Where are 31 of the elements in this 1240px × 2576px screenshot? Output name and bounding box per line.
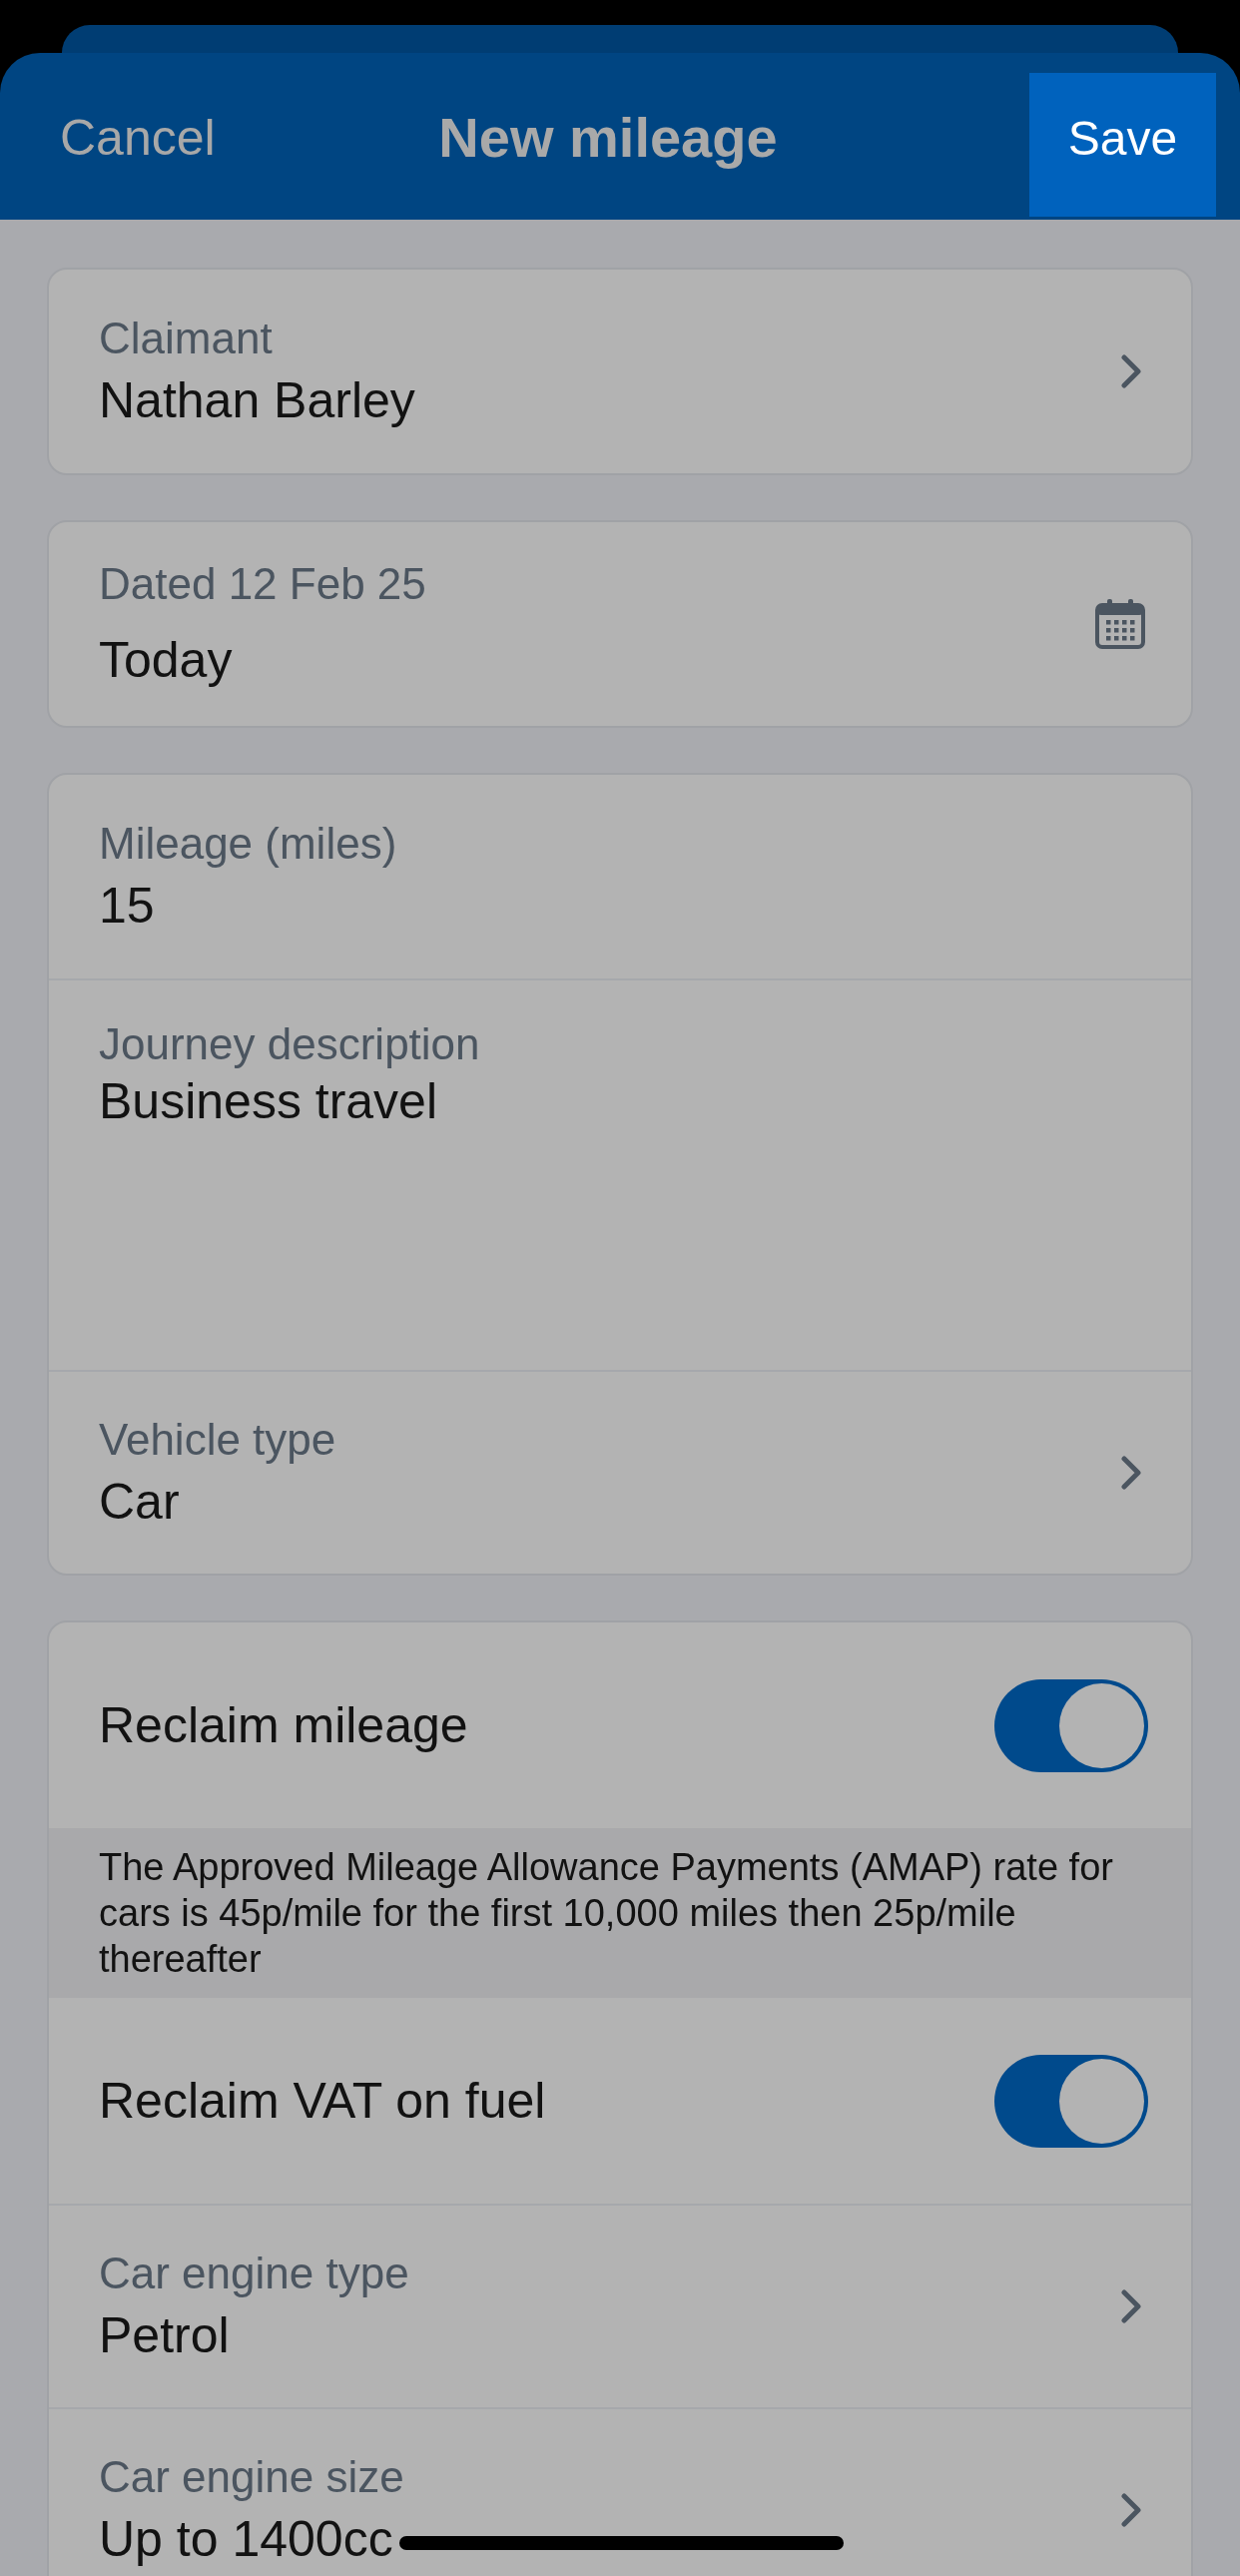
field-label: Mileage (miles)	[99, 820, 397, 869]
field-label: Journey description	[99, 1020, 480, 1069]
field-value: Up to 1400cc	[99, 2511, 393, 2567]
picker-field[interactable]: Claimant Nathan Barley	[49, 270, 1191, 473]
field-value: Petrol	[99, 2307, 230, 2363]
field-label: Dated 12 Feb 25	[99, 560, 426, 609]
picker-field[interactable]: Vehicle type Car	[49, 1370, 1191, 1574]
field-value: Business travel	[99, 1074, 438, 1130]
text-area[interactable]: Journey description Business travel	[49, 978, 1191, 1370]
field-value: Today	[99, 632, 233, 688]
field-label: Car engine size	[99, 2453, 404, 2502]
save-button[interactable]: Save	[1029, 73, 1216, 217]
screen-title: New mileage	[438, 105, 778, 172]
field-label: Car engine type	[99, 2250, 409, 2298]
chevron-icon	[1121, 1456, 1141, 1490]
input-field[interactable]: Mileage (miles) 15	[49, 775, 1191, 978]
field-value: Nathan Barley	[99, 372, 415, 428]
date-field[interactable]: Dated 12 Feb 25 Today	[49, 522, 1191, 726]
field-label: Claimant	[99, 315, 273, 363]
picker-field[interactable]: Car engine type Petrol	[49, 2204, 1191, 2407]
field-label: Vehicle type	[99, 1416, 336, 1465]
chevron-icon	[1121, 2289, 1141, 2323]
chevron-icon	[1121, 354, 1141, 388]
toggle-label: Reclaim mileage	[99, 1696, 468, 1755]
field-value: Car	[99, 1474, 180, 1530]
field-value: 15	[99, 878, 155, 934]
cancel-button[interactable]: Cancel	[60, 108, 216, 168]
note-text: The Approved Mileage Allowance Payments (AMAP) rate for cars is 45p/mile for the first 10,000 miles then 25p/mile thereafter	[99, 1845, 1114, 1982]
calendar-icon	[1095, 599, 1145, 649]
toggle-label: Reclaim VAT on fuel	[99, 2072, 546, 2131]
chevron-icon	[1121, 2493, 1141, 2527]
